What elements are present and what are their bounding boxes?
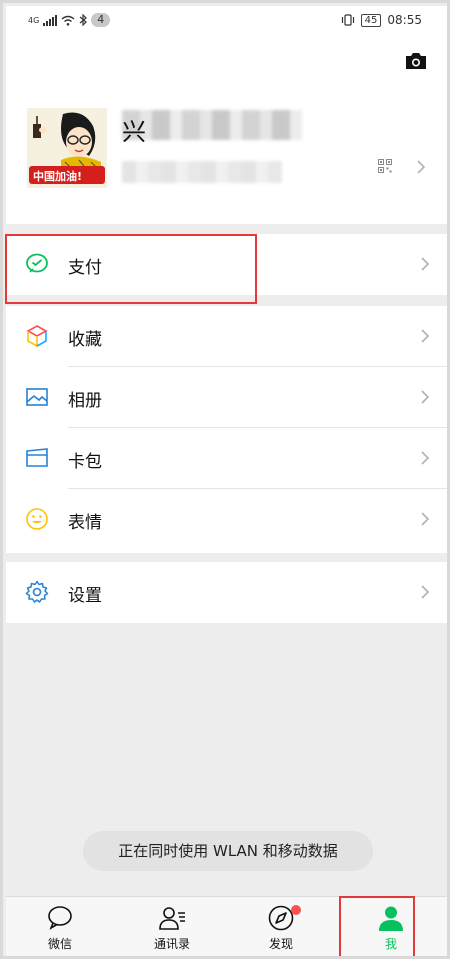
- menu-label-album: 相册: [68, 391, 102, 411]
- menu-label-stickers: 表情: [68, 513, 102, 533]
- card-wallet-icon: [26, 448, 48, 467]
- clock: 08:55: [387, 13, 422, 27]
- notification-count-badge: 4: [91, 13, 111, 27]
- chat-bubble-icon: [48, 906, 72, 930]
- avatar[interactable]: 中国加油!: [27, 108, 107, 188]
- network-type: 4G: [28, 15, 40, 25]
- chevron-right-icon: [421, 257, 430, 271]
- chevron-right-icon: [421, 390, 430, 404]
- chevron-right-icon: [421, 585, 430, 599]
- network-toast: 正在同时使用 WLAN 和移动数据: [83, 831, 373, 871]
- tab-label: 发现: [268, 937, 293, 951]
- menu-item-album[interactable]: 相册: [6, 367, 447, 428]
- chevron-right-icon[interactable]: [416, 159, 426, 175]
- menu-item-pay[interactable]: 支付: [6, 234, 447, 295]
- tab-label: 我: [384, 937, 397, 951]
- person-icon: [379, 906, 403, 931]
- gear-icon: [25, 580, 49, 603]
- signal-icon: [43, 14, 58, 26]
- tab-chats[interactable]: 微信: [20, 903, 100, 956]
- vibrate-icon: [341, 14, 354, 26]
- tab-discover[interactable]: 发现: [241, 903, 321, 956]
- pay-icon: [26, 253, 48, 273]
- tab-contacts[interactable]: 通讯录: [132, 903, 212, 956]
- collection-group: 收藏 相册 卡包 表情: [6, 306, 447, 553]
- menu-label-pay: 支付: [68, 258, 102, 278]
- settings-group: 设置: [6, 562, 447, 623]
- wifi-icon: [61, 15, 75, 26]
- tab-label: 微信: [47, 937, 72, 951]
- bluetooth-icon: [79, 14, 88, 26]
- camera-icon[interactable]: [404, 52, 428, 70]
- chevron-right-icon: [421, 512, 430, 526]
- tab-label: 通讯录: [153, 937, 190, 951]
- profile-header[interactable]: 中国加油! 兴: [6, 34, 447, 224]
- chevron-right-icon: [421, 451, 430, 465]
- menu-item-cards[interactable]: 卡包: [6, 428, 447, 489]
- chevron-right-icon: [421, 329, 430, 343]
- menu-label-favorites: 收藏: [68, 330, 102, 350]
- wechat-id-blurred: [122, 161, 282, 183]
- menu-item-settings[interactable]: 设置: [6, 562, 447, 623]
- nickname: 兴: [122, 118, 146, 146]
- app-frame: 4G 4 45 08:55 中国加油! 兴 支付 收藏 相册 卡包 表情 设置 …: [0, 0, 450, 959]
- nickname-blurred: [122, 110, 302, 140]
- album-picture-icon: [26, 388, 48, 406]
- sticker-smiley-icon: [26, 508, 48, 530]
- bottom-tab-bar: 微信 通讯录 发现 我: [6, 896, 447, 956]
- menu-item-stickers[interactable]: 表情: [6, 489, 447, 550]
- battery-indicator: 45: [360, 13, 382, 27]
- new-content-dot: [291, 905, 301, 915]
- avatar-caption: 中国加油!: [33, 170, 83, 183]
- favorites-cube-icon: [26, 325, 48, 348]
- menu-label-cards: 卡包: [68, 452, 102, 472]
- menu-item-favorites[interactable]: 收藏: [6, 306, 447, 367]
- contacts-icon: [159, 907, 185, 930]
- menu-label-settings: 设置: [68, 586, 102, 606]
- status-bar: 4G 4 45 08:55: [6, 6, 447, 34]
- tab-me[interactable]: 我: [351, 903, 431, 956]
- qr-code-icon[interactable]: [378, 159, 392, 173]
- pay-group: 支付: [6, 234, 447, 295]
